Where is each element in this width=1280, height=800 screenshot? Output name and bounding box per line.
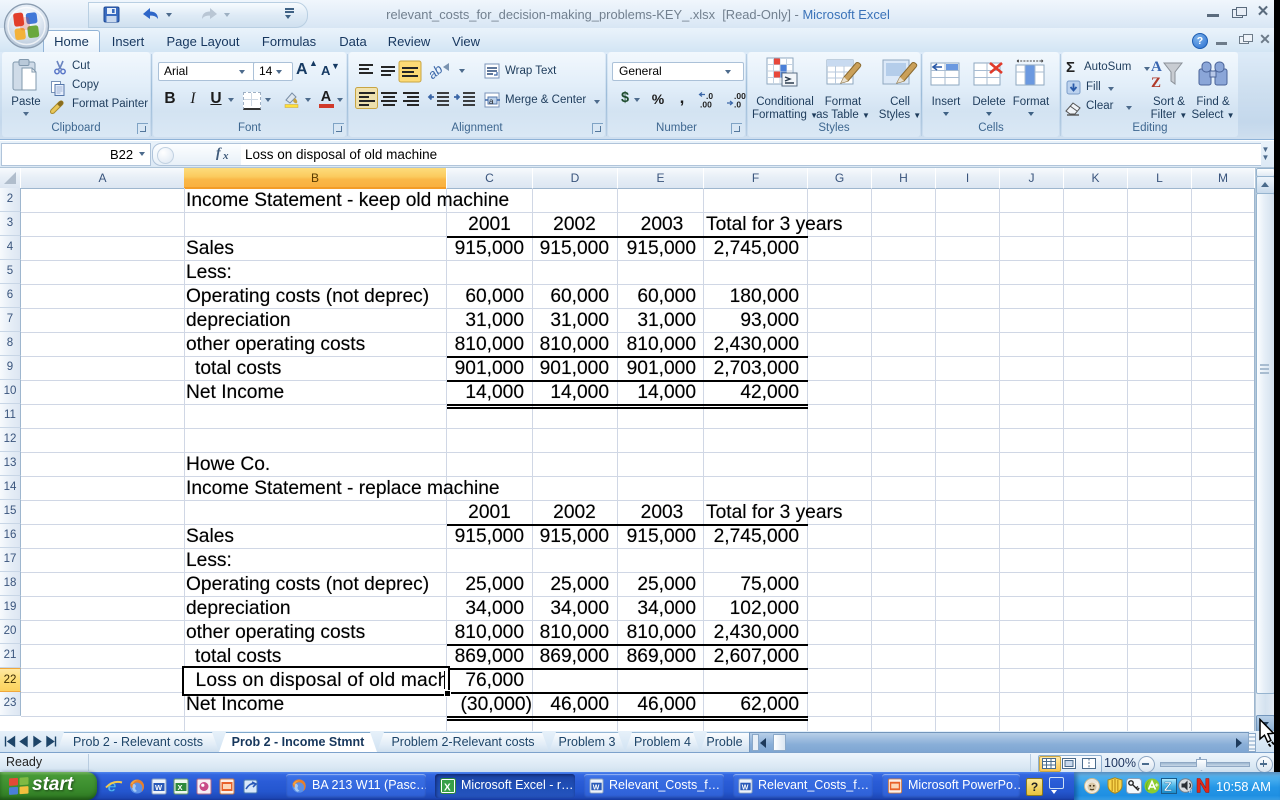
svg-text:.00: .00 [700,100,712,110]
svg-text:Z: Z [1151,75,1161,91]
svg-text:X: X [178,783,183,792]
svg-text:ab: ab [427,61,445,82]
svg-text:Z: Z [1164,779,1172,794]
svg-text:a: a [489,97,494,106]
svg-text:rl: rl [1189,789,1193,794]
svg-text:W: W [155,783,163,792]
svg-text:W: W [742,784,749,791]
svg-text:e: e [108,779,117,796]
svg-text:.0: .0 [734,100,741,110]
svg-text:W: W [593,784,600,791]
svg-text:X: X [444,783,451,794]
svg-text:A: A [1151,59,1162,75]
